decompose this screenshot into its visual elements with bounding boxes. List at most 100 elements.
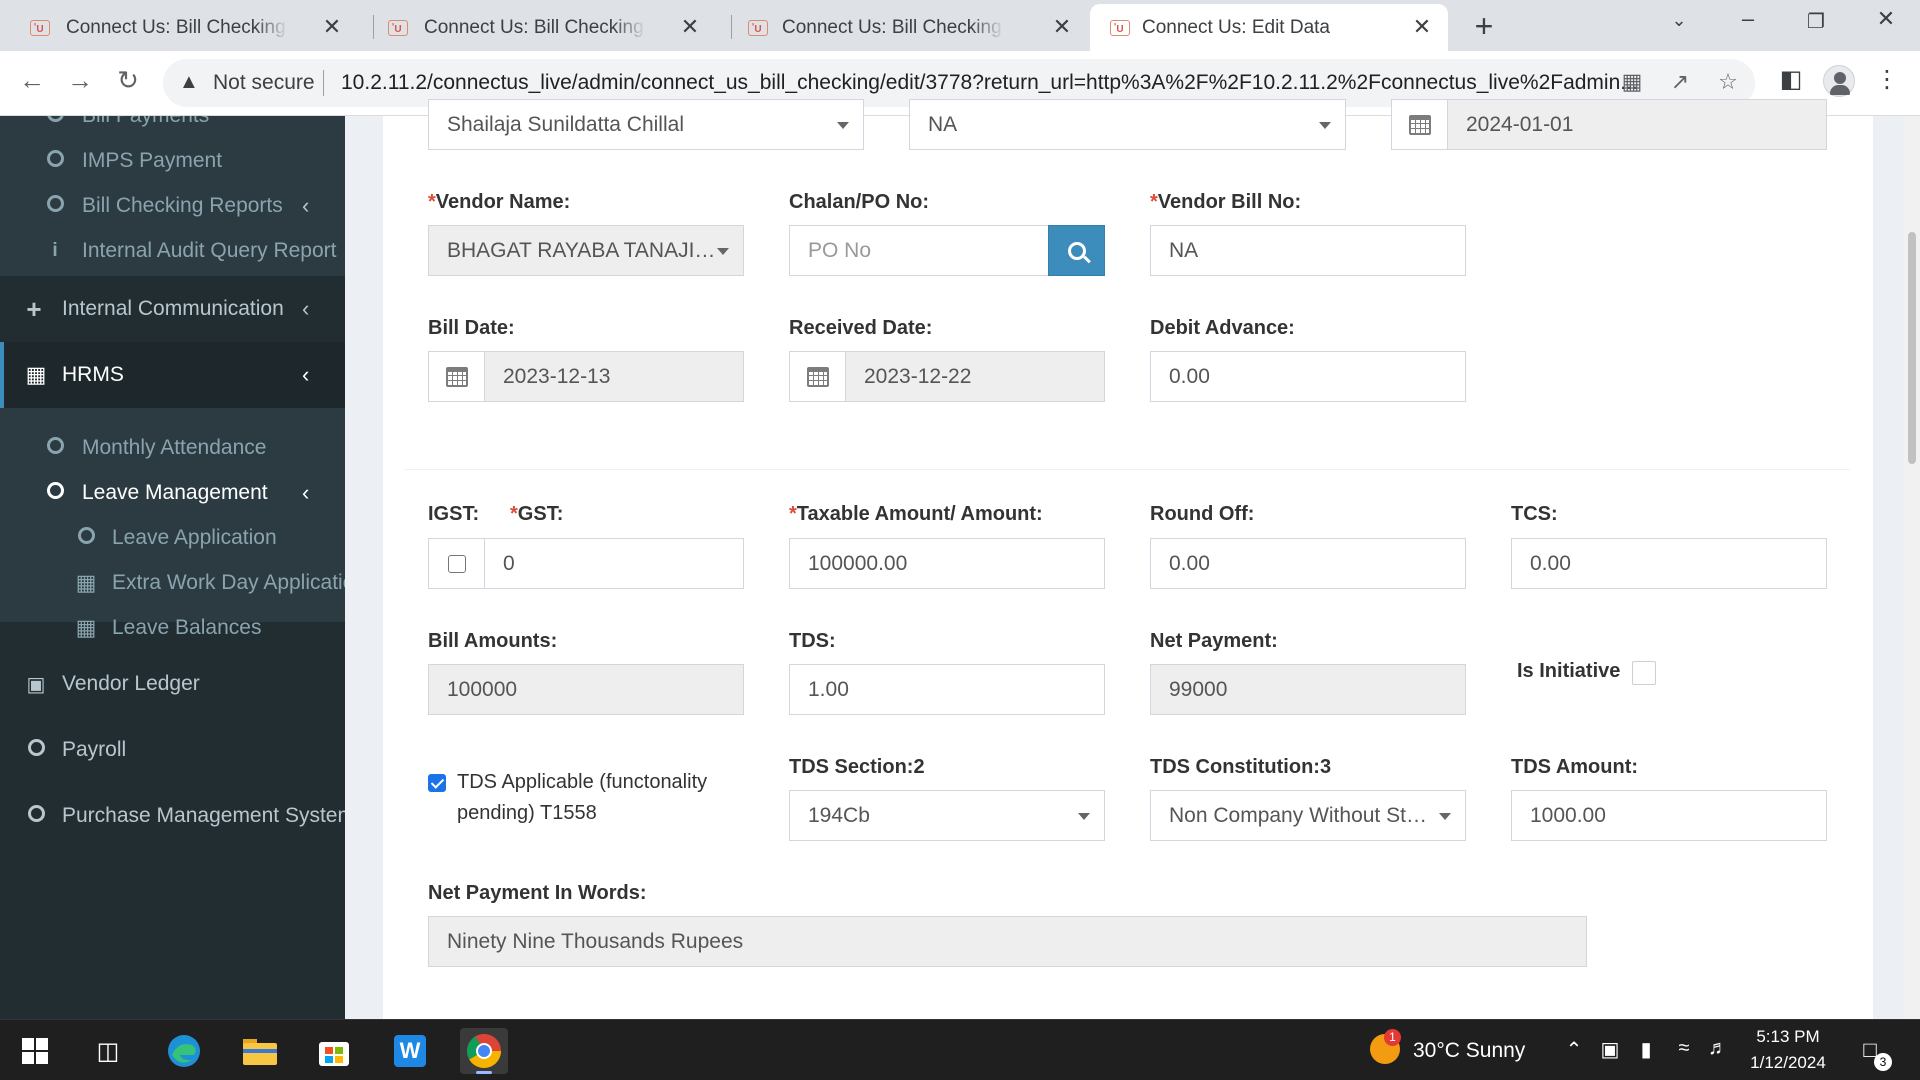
gst-input[interactable]: 0 [484, 538, 744, 589]
tcs-label: TCS: [1511, 503, 1558, 525]
sidebar-item-label: HRMS [62, 363, 124, 386]
side-panel-icon[interactable]: ◧ [1774, 65, 1808, 94]
top-date-field[interactable]: 2024-01-01 [1447, 99, 1827, 150]
circle-icon [46, 481, 64, 499]
browser-tab-4-active[interactable]: ॑U Connect Us: Edit Data ✕ [1090, 4, 1448, 51]
round-off-input[interactable]: 0.00 [1150, 538, 1466, 589]
minimize-icon[interactable]: – [1728, 6, 1768, 32]
battery-icon[interactable]: ▮ [1632, 1037, 1660, 1062]
po-number-input[interactable]: PO No [789, 225, 1049, 276]
second-select-value: NA [928, 112, 958, 136]
sidebar-item-purchase-management-system[interactable]: Purchase Management System [0, 794, 345, 838]
forward-arrow-icon[interactable]: → [62, 65, 98, 96]
browser-tab-1[interactable]: ॑U Connect Us: Bill Checking Transaction… [0, 4, 358, 51]
info-icon: i [52, 240, 58, 261]
vendor-name-select[interactable]: BHAGAT RAYABA TANAJI ... [428, 225, 744, 276]
microsoft-store-icon[interactable] [310, 1028, 358, 1074]
net-payment-words-field[interactable]: Ninety Nine Thousands Rupees [428, 916, 1587, 967]
tab-close-icon[interactable]: ✕ [1050, 14, 1074, 40]
tab-close-icon[interactable]: ✕ [1410, 14, 1434, 40]
vendor-name-value: BHAGAT RAYABA TANAJI ... [447, 238, 717, 262]
tds-applicable-label: TDS Applicable (functonality pending) T1… [457, 767, 707, 829]
tds-applicable-checkbox[interactable] [428, 774, 446, 792]
bill-amounts-field[interactable]: 100000 [428, 664, 744, 715]
chrome-taskbar-icon[interactable] [460, 1028, 508, 1074]
window-close-icon[interactable]: ✕ [1866, 6, 1906, 32]
url-text[interactable]: 10.2.11.2/connectus_live/admin/connect_u… [341, 71, 1641, 95]
round-off-label: Round Off: [1150, 503, 1255, 525]
tds-amount-input[interactable]: 1000.00 [1511, 790, 1827, 841]
label-text: Vendor Bill No: [1157, 191, 1302, 213]
employee-select[interactable]: Shailaja Sunildatta Chillal [428, 99, 864, 150]
site-favicon-icon: ॑U [748, 20, 768, 36]
reload-icon[interactable]: ↻ [110, 65, 146, 96]
second-select[interactable]: NA [909, 99, 1346, 150]
sidebar-item-vendor-ledger[interactable]: ▣ Vendor Ledger [0, 662, 345, 706]
chrome-logo-icon [467, 1034, 501, 1068]
clock-date[interactable]: 1/12/2024 [1740, 1053, 1836, 1073]
sidebar-item-leave-application[interactable]: Leave Application [0, 516, 345, 560]
taxable-amount-input[interactable]: 100000.00 [789, 538, 1105, 589]
po-search-button[interactable] [1048, 225, 1105, 276]
security-label[interactable]: Not secure [213, 71, 315, 95]
sidebar-item-imps-payment[interactable]: IMPS Payment [0, 139, 345, 183]
volume-icon[interactable]: ♬ [1704, 1037, 1732, 1060]
sidebar-item-leave-management[interactable]: Leave Management ‹ [0, 471, 345, 515]
back-arrow-icon[interactable]: ← [14, 65, 50, 96]
bookmark-star-icon[interactable]: ☆ [1713, 69, 1743, 95]
file-explorer-icon[interactable] [236, 1028, 284, 1074]
tds-input[interactable]: 1.00 [789, 664, 1105, 715]
word-app-icon[interactable]: W [386, 1028, 434, 1074]
calendar-addon[interactable] [789, 351, 846, 402]
sidebar-item-bill-checking-reports[interactable]: Bill Checking Reports ‹ [0, 184, 345, 228]
chevron-left-icon: ‹ [302, 480, 310, 505]
edge-browser-icon[interactable] [160, 1028, 208, 1074]
chevron-left-icon: ‹ [302, 193, 310, 218]
task-view-icon[interactable]: ◫ [84, 1028, 132, 1074]
browser-tab-2[interactable]: ॑U Connect Us: Bill Checking Transaction… [358, 4, 716, 51]
tab-close-icon[interactable]: ✕ [320, 14, 344, 40]
circle-icon [27, 738, 45, 756]
received-date-field[interactable]: 2023-12-22 [845, 351, 1105, 402]
browser-tab-3[interactable]: ॑U Connect Us: Bill Checking Transaction… [716, 4, 1088, 51]
windows-start-button[interactable] [11, 1028, 59, 1074]
wifi-icon[interactable]: ≈ [1670, 1037, 1698, 1060]
calendar-addon[interactable] [1391, 99, 1448, 150]
tds-section-select[interactable]: 194Cb [789, 790, 1105, 841]
sidebar-item-bill-payments[interactable]: Bill Payments [0, 116, 345, 138]
net-payment-field[interactable]: 99000 [1150, 664, 1466, 715]
tds-constitution-label: TDS Constitution:3 [1150, 756, 1332, 778]
profile-avatar-icon[interactable] [1823, 65, 1855, 97]
debit-advance-input[interactable]: 0.00 [1150, 351, 1466, 402]
bill-date-field[interactable]: 2023-12-13 [484, 351, 744, 402]
browser-menu-icon[interactable]: ⋮ [1870, 65, 1904, 94]
sidebar-item-leave-balances[interactable]: ▦ Leave Balances [0, 606, 345, 650]
sidebar-item-extra-work-day-application[interactable]: ▦ Extra Work Day Application [0, 561, 345, 605]
weather-text[interactable]: 30°C Sunny [1413, 1039, 1525, 1063]
vendor-bill-no-input[interactable]: NA [1150, 225, 1466, 276]
sidebar-item-payroll[interactable]: Payroll [0, 728, 345, 772]
sidebar-item-internal-communication[interactable]: + Internal Communication ‹ [0, 286, 345, 332]
page-scrollbar-thumb[interactable] [1908, 232, 1916, 464]
site-favicon-icon: ॑U [1110, 20, 1130, 36]
tab-search-chevron-icon[interactable]: ⌄ [1659, 10, 1699, 31]
tds-constitution-select[interactable]: Non Company Without Sta... [1150, 790, 1466, 841]
show-hidden-icons-chevron-icon[interactable]: ⌃ [1560, 1037, 1588, 1062]
bill-amounts-label: Bill Amounts: [428, 630, 558, 652]
restore-icon[interactable]: ❐ [1796, 9, 1836, 34]
is-initiative-checkbox[interactable] [1632, 661, 1656, 685]
clock-time[interactable]: 5:13 PM [1740, 1027, 1836, 1047]
translate-icon[interactable]: ▦ [1617, 69, 1647, 95]
tab-close-icon[interactable]: ✕ [678, 14, 702, 40]
tcs-input[interactable]: 0.00 [1511, 538, 1827, 589]
igst-checkbox[interactable] [447, 554, 466, 573]
sidebar-item-internal-audit-query-report[interactable]: i Internal Audit Query Report [0, 229, 345, 273]
calendar-addon[interactable] [428, 351, 485, 402]
sidebar-item-hrms[interactable]: ▦ HRMS ‹ [0, 353, 345, 397]
share-icon[interactable]: ↗ [1665, 69, 1695, 95]
warning-triangle-icon[interactable]: ▲ [179, 71, 199, 94]
money-icon: ▣ [26, 673, 46, 696]
meet-now-icon[interactable]: ▣ [1596, 1037, 1624, 1062]
sidebar-item-monthly-attendance[interactable]: Monthly Attendance [0, 426, 345, 470]
new-tab-button[interactable]: + [1466, 8, 1502, 45]
